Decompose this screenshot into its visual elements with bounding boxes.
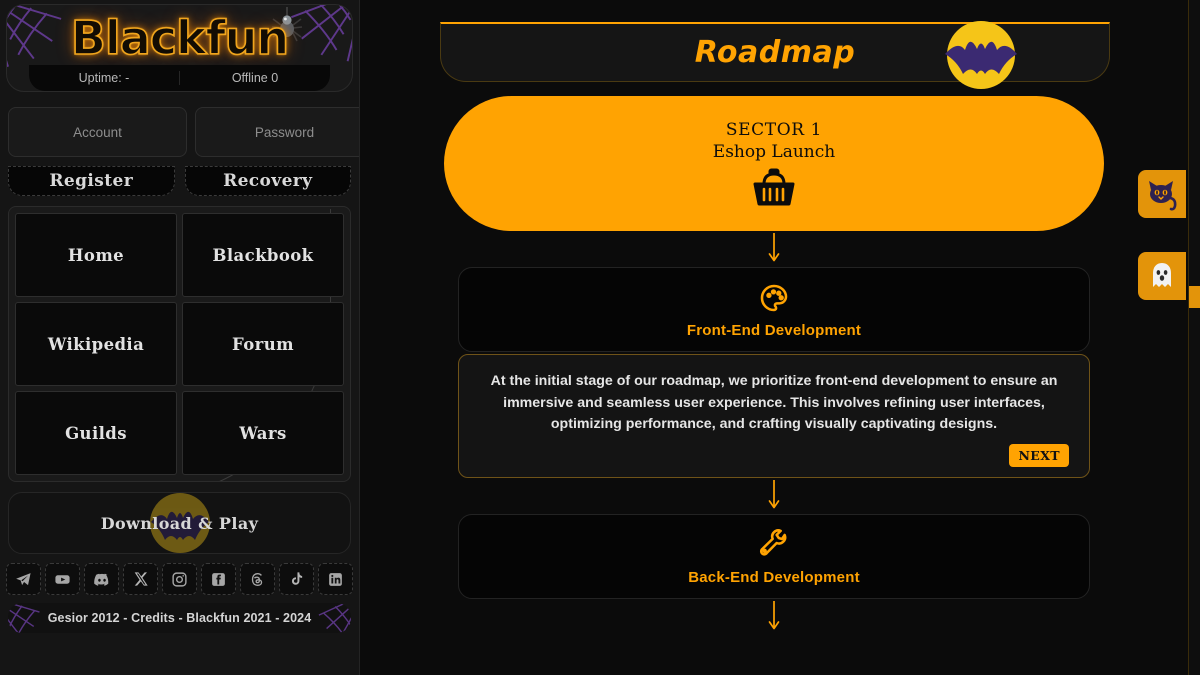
x-link[interactable] [123,563,158,595]
sector-subtitle: Eshop Launch [712,141,836,162]
instagram-link[interactable] [162,563,197,595]
nav-menu: Home Blackbook Wikipedia Forum Guilds Wa… [8,206,351,482]
nav-guilds-label: Guilds [65,423,127,443]
nav-blackbook[interactable]: Blackbook [182,213,344,297]
x-icon [134,572,148,586]
nav-wikipedia-label: Wikipedia [47,334,145,354]
password-input[interactable] [195,107,359,157]
sector-title: SECTOR 1 [725,119,823,140]
facebook-link[interactable] [201,563,236,595]
arrow-down-icon [768,480,780,509]
uptime-label: Uptime: - [78,71,130,85]
black-cat-icon [1149,181,1177,211]
site-logo: Blackfun [70,10,290,66]
ghost-icon [1153,263,1171,287]
social-links [6,563,353,595]
scrollbar-thumb[interactable] [1189,286,1200,308]
nav-forum[interactable]: Forum [182,302,344,386]
nav-blackbook-label: Blackbook [212,245,314,265]
stage-label-back-end: Back-End Development [688,569,860,587]
discord-icon [93,573,108,586]
stage-label-front-end: Front-End Development [686,322,862,339]
threads-link[interactable] [240,563,275,595]
stage-description-front-end: At the initial stage of our roadmap, we … [490,373,1058,433]
next-button[interactable]: NEXT [1009,444,1069,468]
nav-home-label: Home [67,245,125,265]
sector-card[interactable]: SECTOR 1 Eshop Launch [444,96,1104,231]
instagram-icon [172,571,187,587]
spiderweb-icon [8,603,40,633]
connector-arrow [360,599,1188,635]
tiktok-icon [291,572,302,585]
bat-moon-icon [945,21,1017,89]
stage-header-back-end[interactable]: Back-End Development [458,514,1090,600]
spiderweb-icon [317,603,351,633]
recovery-link[interactable]: Recovery [184,166,351,196]
youtube-icon [55,574,70,584]
page-title: Roadmap [694,35,856,70]
roadmap-header: Roadmap [440,21,1110,89]
nav-guilds[interactable]: Guilds [15,391,177,475]
nav-wars-label: Wars [239,423,287,443]
auth-links-row: Register Recovery [8,166,351,196]
register-link[interactable]: Register [8,166,175,196]
logo-panel: Blackfun Uptime: - Offline 0 [6,4,353,92]
wrench-icon [759,529,787,556]
account-input[interactable] [8,107,187,157]
connector-arrow [360,478,1188,514]
stage-header-front-end[interactable]: Front-End Development [458,267,1090,352]
side-tab-ghost[interactable] [1138,252,1186,300]
recovery-label: Recovery [223,171,313,191]
nav-forum-label: Forum [232,334,294,354]
side-tabs [1138,170,1186,334]
main-content: Roadmap SECTOR 1 Eshop Launch Front-End … [360,0,1188,675]
login-form [8,106,359,158]
discord-link[interactable] [84,563,119,595]
arrow-down-icon [768,233,780,262]
download-and-play-button[interactable]: Download & Play [8,492,351,554]
sidebar: Blackfun Uptime: - Offline 0 Register [0,0,360,675]
register-label: Register [49,171,134,191]
nav-wars[interactable]: Wars [182,391,344,475]
connector-arrow [360,231,1188,267]
page-root: Blackfun Uptime: - Offline 0 Register [0,0,1200,675]
download-label: Download & Play [100,513,259,533]
telegram-icon [16,572,31,585]
youtube-link[interactable] [45,563,80,595]
footer-credits: Gesior 2012 - Credits - Blackfun 2021 - … [47,611,312,625]
arrow-down-icon [768,601,780,630]
threads-icon [251,572,263,586]
palette-icon [760,284,788,312]
tiktok-link[interactable] [279,563,314,595]
page-scrollbar[interactable] [1188,0,1200,675]
linkedin-link[interactable] [318,563,353,595]
facebook-icon [212,572,225,586]
linkedin-icon [329,572,342,586]
telegram-link[interactable] [6,563,41,595]
side-tab-cat[interactable] [1138,170,1186,218]
stage-body-front-end: At the initial stage of our roadmap, we … [458,354,1090,479]
nav-wikipedia[interactable]: Wikipedia [15,302,177,386]
shopping-basket-icon [753,168,795,205]
online-count-label: Offline 0 [179,71,330,85]
footer-bar: Gesior 2012 - Credits - Blackfun 2021 - … [8,603,351,633]
nav-home[interactable]: Home [15,213,177,297]
server-status-bar: Uptime: - Offline 0 [29,65,330,91]
